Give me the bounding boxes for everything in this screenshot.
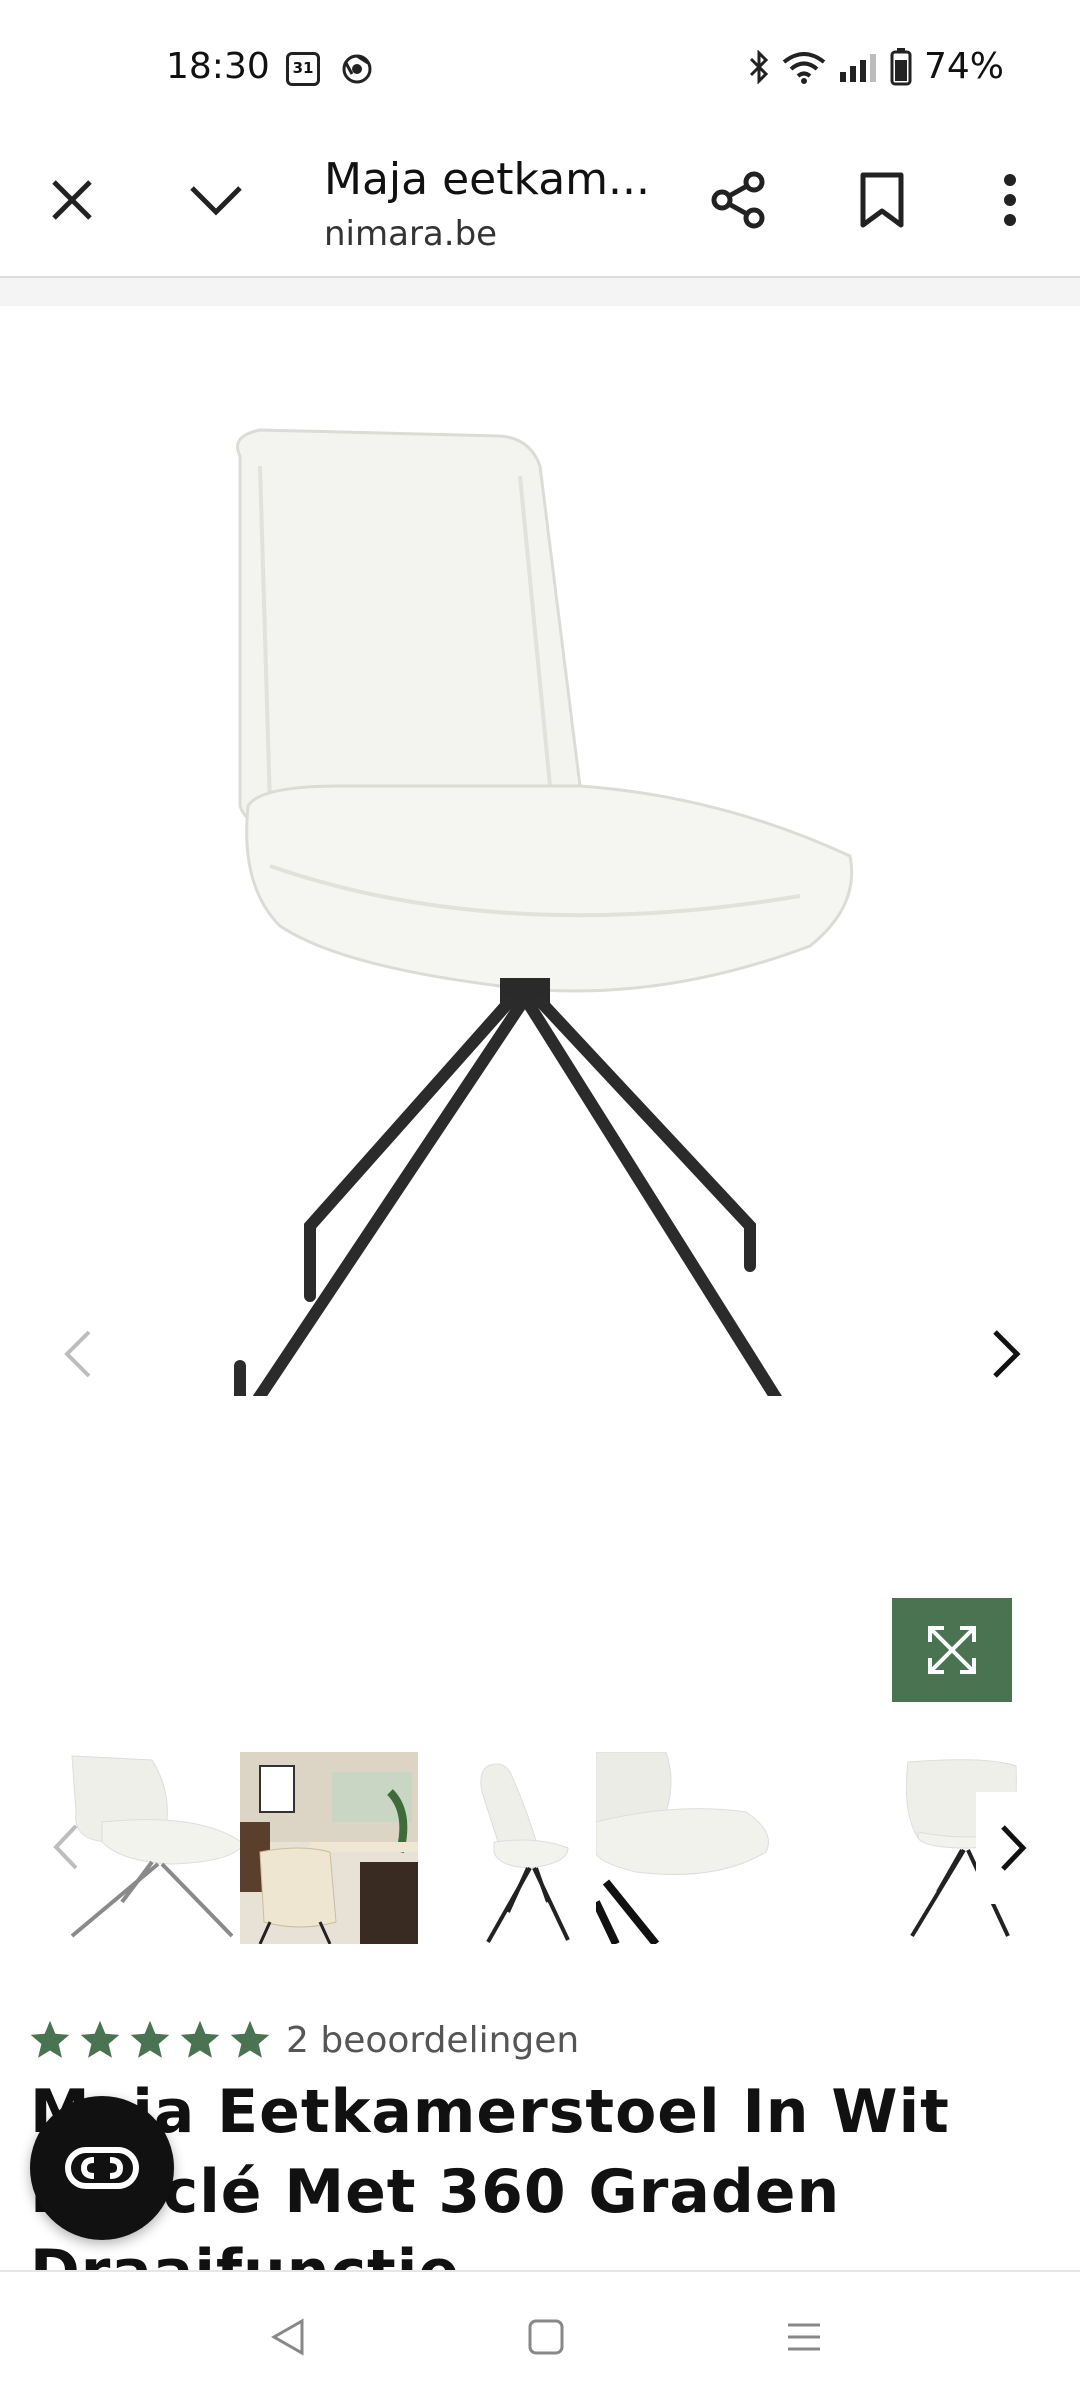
- reviews-count-link[interactable]: 2 beoordelingen: [286, 2020, 579, 2061]
- chevron-left-icon: [53, 1824, 78, 1870]
- recents-menu-icon: [788, 2323, 820, 2351]
- nav-back-button[interactable]: [248, 2302, 328, 2372]
- thumbnail-image: [418, 1752, 610, 1944]
- close-button[interactable]: [32, 160, 112, 240]
- product-gallery: [0, 306, 1080, 1716]
- system-nav-bar: [0, 2270, 1080, 2400]
- rating-stars: [28, 2018, 272, 2062]
- thumbnail-3[interactable]: [418, 1752, 610, 1944]
- bluetooth-icon: [749, 49, 769, 84]
- more-options-button[interactable]: [970, 160, 1050, 240]
- home-square-icon: [528, 2319, 564, 2355]
- chrome-icon: [342, 54, 372, 84]
- thumbnail-image: [240, 1752, 432, 1944]
- bookmark-icon: [860, 172, 904, 228]
- status-bar: 18:30 31 74%: [0, 0, 1080, 130]
- star-icon: [80, 2020, 120, 2058]
- share-icon: [711, 171, 765, 229]
- chevron-right-icon: [1001, 1825, 1027, 1871]
- nav-home-button[interactable]: [506, 2302, 586, 2372]
- wifi-icon: [782, 51, 826, 84]
- thumbnails-next-button[interactable]: [976, 1792, 1050, 1904]
- status-time: 18:30: [166, 46, 270, 87]
- page-domain[interactable]: nimara.be: [324, 214, 497, 254]
- more-vert-icon: [1004, 174, 1016, 226]
- chat-icon: [65, 2147, 139, 2189]
- custom-tab-toolbar: Maja eetkam... nimara.be: [0, 130, 1080, 280]
- gallery-prev-button[interactable]: [48, 1314, 108, 1394]
- share-button[interactable]: [698, 160, 778, 240]
- thumbnail-image: [596, 1752, 788, 1944]
- chevron-left-icon: [64, 1330, 91, 1378]
- star-icon: [30, 2020, 70, 2058]
- star-icon: [180, 2020, 220, 2058]
- signal-icon: [839, 53, 876, 82]
- calendar-icon: 31: [286, 52, 320, 86]
- product-title: Maja Eetkamerstoel In Wit Bouclé Met 360…: [30, 2077, 950, 2272]
- thumbnail-strip: [0, 1752, 1080, 1946]
- chevron-right-icon: [993, 1330, 1021, 1378]
- product-rating[interactable]: 2 beoordelingen: [28, 2018, 579, 2062]
- star-icon: [230, 2020, 270, 2058]
- thumbnail-2[interactable]: [240, 1752, 432, 1944]
- product-main-image[interactable]: [200, 366, 880, 1396]
- page-title[interactable]: Maja eetkam...: [324, 154, 650, 205]
- battery-icon: [890, 47, 912, 85]
- star-icon: [130, 2020, 170, 2058]
- minimize-button[interactable]: [176, 160, 256, 240]
- gallery-next-button[interactable]: [976, 1314, 1036, 1394]
- page-top-strip: [0, 278, 1080, 306]
- nav-recents-button[interactable]: [764, 2302, 844, 2372]
- thumbnail-4[interactable]: [596, 1752, 788, 1944]
- chevron-down-icon: [190, 186, 242, 216]
- back-triangle-icon: [270, 2318, 304, 2356]
- fullscreen-button[interactable]: [892, 1598, 1012, 1702]
- battery-percent: 74%: [923, 46, 1004, 87]
- bookmark-button[interactable]: [842, 160, 922, 240]
- status-icons: 74%: [748, 46, 1004, 87]
- close-icon: [52, 180, 92, 220]
- thumbnails-prev-button[interactable]: [36, 1802, 96, 1892]
- expand-icon: [928, 1626, 976, 1674]
- chat-widget-button[interactable]: [30, 2096, 174, 2240]
